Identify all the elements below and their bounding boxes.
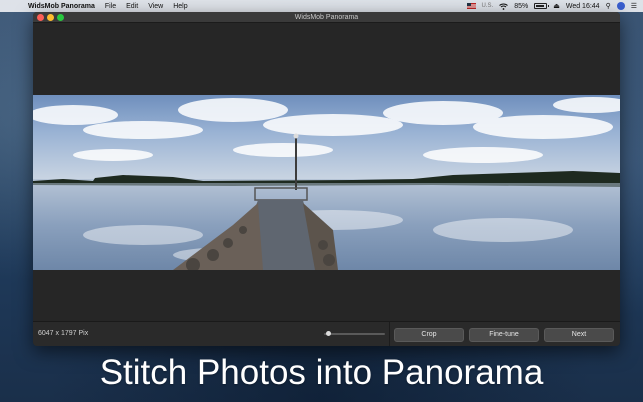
menu-view[interactable]: View <box>148 3 163 10</box>
notification-center-icon[interactable]: ☰ <box>631 2 637 10</box>
flag-icon[interactable] <box>466 3 476 9</box>
zoom-slider[interactable] <box>324 330 385 338</box>
title-bar[interactable]: WidsMob Panorama <box>33 12 620 23</box>
input-source[interactable]: U.S. <box>482 3 494 9</box>
bottom-toolbar: 6047 x 1797 Pix Crop Fine-tune Next <box>33 321 620 346</box>
clock[interactable]: Wed 16:44 <box>566 3 600 10</box>
user-avatar-icon[interactable] <box>616 2 625 10</box>
zoom-slider-track[interactable] <box>324 333 385 335</box>
menu-app-name[interactable]: WidsMob Panorama <box>28 3 95 10</box>
app-window: WidsMob Panorama 6047 x 1797 Pix Crop Fi… <box>33 12 620 346</box>
search-icon[interactable]: ⚲ <box>606 2 611 10</box>
promo-caption: Stitch Photos into Panorama <box>99 353 544 392</box>
next-button[interactable]: Next <box>544 328 614 342</box>
panorama-image[interactable] <box>33 95 620 270</box>
menu-help[interactable]: Help <box>173 3 187 10</box>
menu-file[interactable]: File <box>105 3 116 10</box>
eject-icon[interactable]: ⏏ <box>553 2 560 10</box>
fine-tune-button[interactable]: Fine-tune <box>469 328 539 342</box>
window-title: WidsMob Panorama <box>294 14 359 21</box>
status-area: U.S. 85% ⏏ Wed 16:44 ⚲ ☰ <box>466 2 643 10</box>
preview-canvas <box>33 23 620 321</box>
wifi-icon[interactable] <box>499 3 509 10</box>
battery-icon[interactable] <box>534 3 550 9</box>
crop-button[interactable]: Crop <box>394 328 464 342</box>
menu-bar: WidsMob Panorama File Edit View Help U.S… <box>0 0 643 12</box>
menu-edit[interactable]: Edit <box>126 3 138 10</box>
zoom-slider-knob[interactable] <box>326 331 331 336</box>
toolbar-divider <box>389 322 390 346</box>
battery-percent[interactable]: 85% <box>514 3 528 10</box>
image-resolution: 6047 x 1797 Pix <box>38 330 89 337</box>
